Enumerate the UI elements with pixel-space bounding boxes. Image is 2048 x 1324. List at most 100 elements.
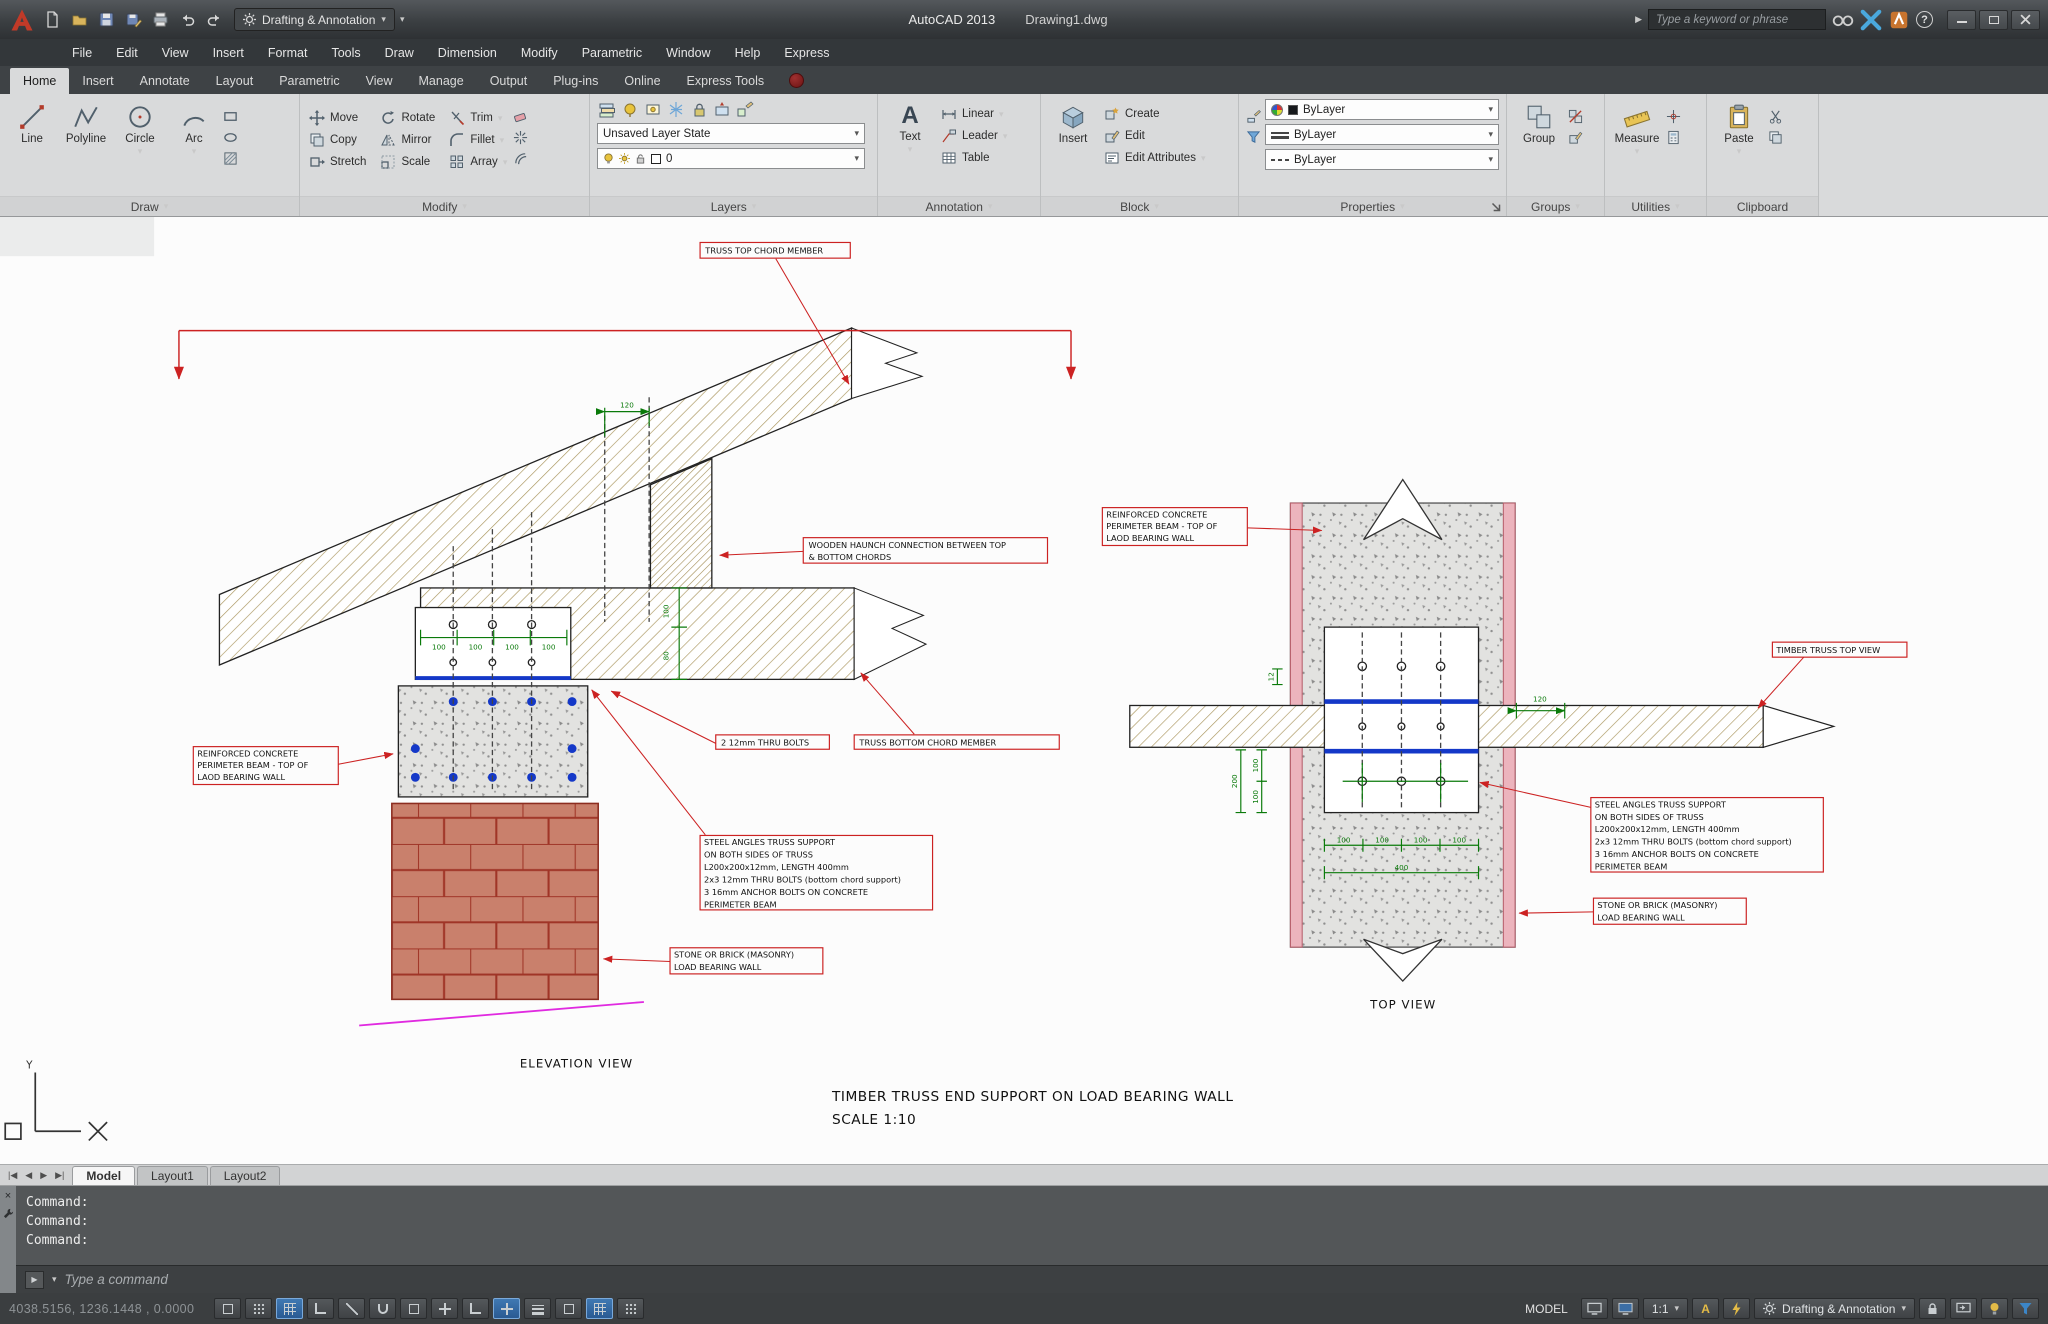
menu-edit[interactable]: Edit — [104, 41, 150, 65]
table-button[interactable]: Table — [939, 149, 1009, 167]
workspace-switching-button[interactable]: Drafting & Annotation ▾ — [1754, 1298, 1915, 1319]
match-properties-icon[interactable] — [1246, 109, 1261, 124]
last-tab-icon[interactable]: ▶| — [52, 1170, 67, 1181]
plot-icon[interactable] — [148, 8, 172, 32]
layers-panel-title[interactable]: Layers ▾ — [590, 196, 877, 216]
layer-dropdown[interactable]: 0 ▾ — [597, 148, 865, 169]
layer-properties-icon[interactable] — [599, 101, 616, 118]
polyline-button[interactable]: Polyline — [61, 99, 111, 145]
insert-block-button[interactable]: Insert — [1048, 99, 1098, 145]
drawing-canvas[interactable]: 100 100 100 100 100 80 120 TRUSS TOP CHORD … — [0, 217, 2048, 1164]
layer-off-icon[interactable] — [622, 101, 639, 118]
autocad-logo-icon[interactable] — [8, 6, 36, 34]
redo-icon[interactable] — [202, 8, 226, 32]
group-button[interactable]: Group — [1514, 99, 1564, 145]
menu-tools[interactable]: Tools — [319, 41, 372, 65]
tab-layout[interactable]: Layout — [203, 68, 267, 94]
save-as-icon[interactable] — [121, 8, 145, 32]
quick-select-icon[interactable] — [1246, 130, 1261, 145]
annotation-panel-title[interactable]: Annotation ▾ — [878, 196, 1040, 216]
customize-wrench-icon[interactable] — [3, 1208, 14, 1219]
first-tab-icon[interactable]: |◀ — [5, 1170, 20, 1181]
arc-button[interactable]: Arc ▾ — [169, 99, 219, 156]
quick-view-drawings-button[interactable] — [1611, 1298, 1639, 1319]
show-transparency-toggle[interactable] — [555, 1298, 583, 1319]
menu-file[interactable]: File — [60, 41, 104, 65]
text-button[interactable]: A Text ▾ — [885, 99, 935, 154]
infocenter-collapse-icon[interactable]: ▶ — [1635, 15, 1642, 24]
quick-view-layouts-button[interactable] — [1580, 1298, 1608, 1319]
polar-tracking-toggle[interactable] — [338, 1298, 366, 1319]
groups-panel-title[interactable]: Groups ▾ — [1507, 196, 1604, 216]
quick-properties-toggle[interactable] — [586, 1298, 614, 1319]
tab-online[interactable]: Online — [611, 68, 673, 94]
fillet-button[interactable]: Fillet ▾ — [447, 131, 509, 149]
draw-panel-title[interactable]: Draw ▾ — [0, 196, 299, 216]
quick-calc-icon[interactable] — [1666, 130, 1681, 145]
linear-dimension-button[interactable]: Linear ▾ — [939, 105, 1009, 123]
toolbar-lock-button[interactable] — [1919, 1298, 1946, 1319]
clipboard-panel-title[interactable]: Clipboard — [1707, 196, 1818, 216]
create-block-button[interactable]: Create — [1102, 105, 1208, 123]
command-prompt-icon[interactable]: ▶ — [25, 1270, 44, 1289]
tab-output[interactable]: Output — [477, 68, 541, 94]
search-input[interactable] — [1648, 9, 1826, 30]
hatch-tool-icon[interactable] — [223, 151, 238, 166]
layer-isolate-icon[interactable] — [645, 101, 662, 118]
maximize-button[interactable] — [1979, 9, 2008, 30]
linetype-dropdown[interactable]: ByLayer ▾ — [1265, 149, 1499, 170]
next-tab-icon[interactable]: ▶ — [37, 1170, 50, 1181]
stretch-button[interactable]: Stretch — [307, 153, 368, 171]
menu-modify[interactable]: Modify — [509, 41, 570, 65]
line-button[interactable]: Line — [7, 99, 57, 145]
paste-button[interactable]: Paste ▾ — [1714, 99, 1764, 156]
properties-dialog-launcher-icon[interactable] — [1489, 200, 1503, 214]
edit-attributes-button[interactable]: Edit Attributes ▾ — [1102, 149, 1208, 167]
object-snap-tracking-toggle[interactable] — [431, 1298, 459, 1319]
menu-express[interactable]: Express — [772, 41, 841, 65]
ortho-mode-toggle[interactable] — [307, 1298, 335, 1319]
show-lineweight-toggle[interactable] — [524, 1298, 552, 1319]
block-panel-title[interactable]: Block ▾ — [1041, 196, 1238, 216]
undo-icon[interactable] — [175, 8, 199, 32]
menu-help[interactable]: Help — [723, 41, 773, 65]
copy-button[interactable]: Copy — [307, 131, 368, 149]
brick-wall[interactable] — [391, 802, 599, 1001]
prev-tab-icon[interactable]: ◀ — [22, 1170, 35, 1181]
snap-mode-toggle[interactable] — [245, 1298, 273, 1319]
circle-button[interactable]: Circle ▾ — [115, 99, 165, 156]
annotation-scale-button[interactable]: 1:1 ▾ — [1642, 1298, 1689, 1319]
tab-manage[interactable]: Manage — [406, 68, 477, 94]
tab-model[interactable]: Model — [72, 1165, 136, 1185]
help-icon[interactable]: ? — [1916, 11, 1933, 28]
make-current-layer-icon[interactable] — [714, 101, 731, 118]
qat-customize-icon[interactable]: ▾ — [400, 15, 405, 24]
leader-button[interactable]: Leader ▾ — [939, 127, 1009, 145]
3d-object-snap-toggle[interactable] — [400, 1298, 428, 1319]
properties-panel-title[interactable]: Properties ▾ — [1239, 196, 1506, 216]
menu-window[interactable]: Window — [654, 41, 722, 65]
selection-cycling-toggle[interactable] — [617, 1298, 645, 1319]
erase-icon[interactable] — [513, 109, 528, 124]
match-layer-icon[interactable] — [737, 101, 754, 118]
object-snap-toggle[interactable] — [369, 1298, 397, 1319]
menu-draw[interactable]: Draw — [373, 41, 426, 65]
menu-view[interactable]: View — [150, 41, 201, 65]
trim-button[interactable]: Trim ▾ — [447, 109, 509, 127]
clean-screen-button[interactable] — [2012, 1298, 2039, 1319]
copy-clip-icon[interactable] — [1768, 130, 1783, 145]
utilities-panel-title[interactable]: Utilities ▾ — [1605, 196, 1706, 216]
lineweight-dropdown[interactable]: ByLayer ▾ — [1265, 124, 1499, 145]
layer-freeze-icon[interactable] — [668, 101, 685, 118]
layer-lock-icon[interactable] — [691, 101, 708, 118]
tab-express-tools[interactable]: Express Tools — [674, 68, 778, 94]
save-icon[interactable] — [94, 8, 118, 32]
isolate-objects-button[interactable] — [1981, 1298, 2008, 1319]
array-button[interactable]: Array ▾ — [447, 153, 509, 171]
command-input[interactable] — [64, 1272, 2039, 1287]
dynamic-input-toggle[interactable] — [493, 1298, 521, 1319]
ribbon-options-icon[interactable] — [789, 73, 805, 88]
layer-state-dropdown[interactable]: Unsaved Layer State ▾ — [597, 123, 865, 144]
autodesk360-sign-in-icon[interactable] — [1860, 9, 1882, 31]
model-space-button[interactable]: MODEL — [1516, 1302, 1577, 1316]
